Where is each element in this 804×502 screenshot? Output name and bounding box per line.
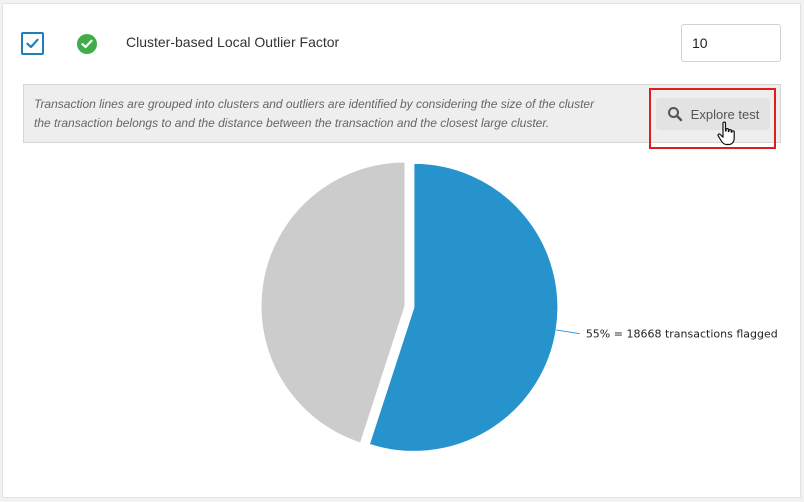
flagged-transactions-pie-chart: 55% = 18668 transactions flagged	[260, 161, 778, 452]
slice-data-label: 55% = 18668 transactions flagged	[586, 328, 778, 341]
slice-label-connector	[556, 329, 580, 335]
